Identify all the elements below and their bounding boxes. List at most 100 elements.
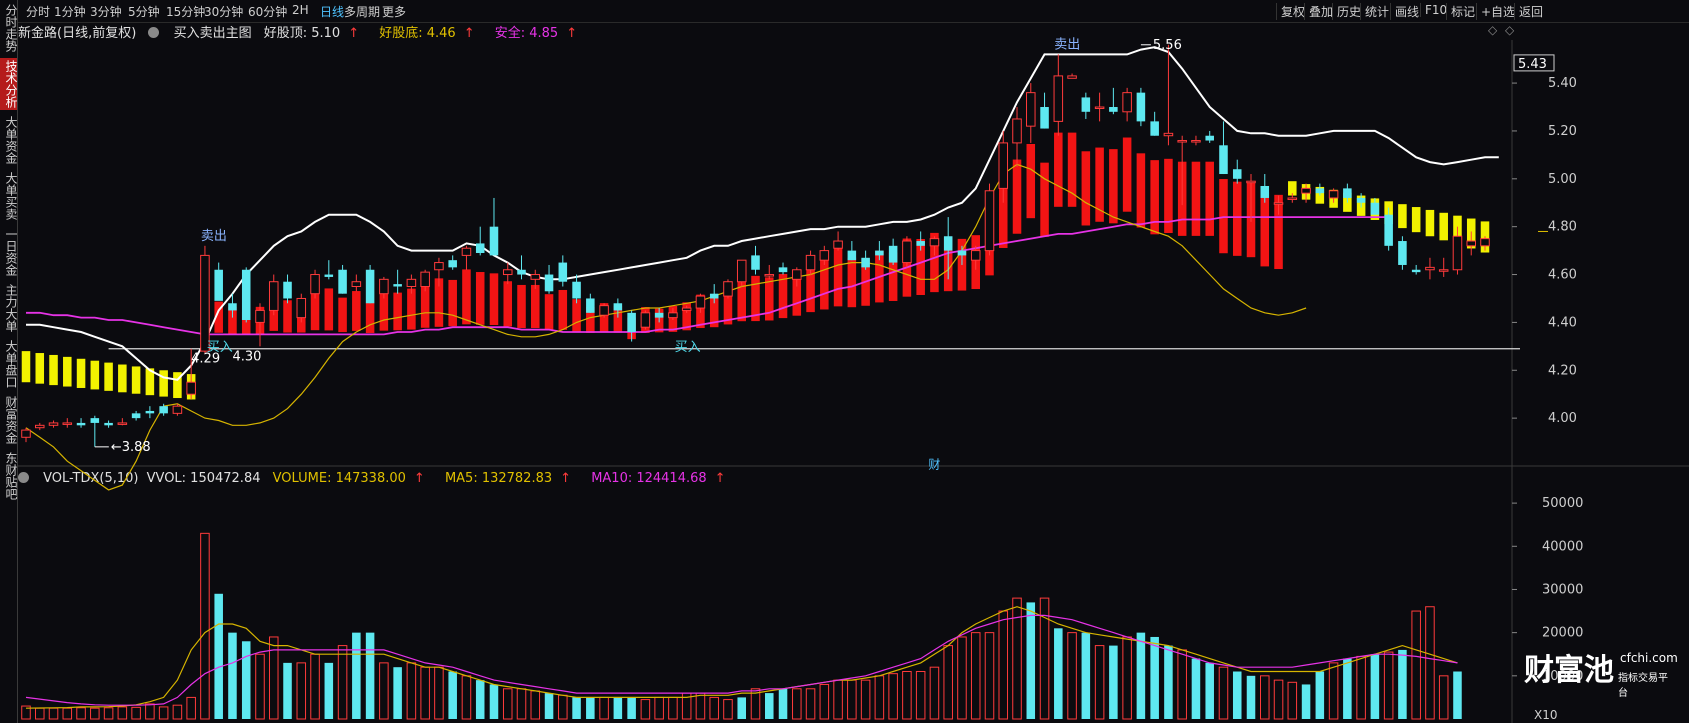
sell-annotation: 卖出 [1054, 37, 1080, 52]
band-segment [847, 257, 857, 308]
current-price-box [1513, 54, 1555, 72]
band-segment [985, 201, 994, 276]
volume-bar [461, 675, 472, 720]
candle-body [186, 381, 196, 395]
volume-bar [200, 532, 210, 720]
tab-period-7[interactable]: 2H [292, 3, 309, 17]
tab-period-8[interactable]: 日线 [320, 3, 344, 20]
band-segment [90, 360, 100, 390]
tab-period-4[interactable]: 15分钟 [166, 3, 205, 20]
volume-bar [186, 696, 196, 720]
volume-bar [283, 662, 292, 719]
band-segment [63, 356, 72, 387]
volume-bar [681, 692, 692, 720]
settings-icon[interactable] [148, 26, 167, 41]
sidebar-item-2[interactable]: 大单资金 [0, 114, 18, 166]
volume-bar [90, 707, 100, 720]
vol-indicator-name[interactable]: VOL-TDX(5,10) [43, 471, 138, 486]
price-tick-label: 4.20 [1548, 363, 1577, 378]
volume-unit-label: X10 [1534, 708, 1558, 722]
volume-bar [324, 662, 334, 719]
top-label: 好股顶: 5.10 ↑ [263, 26, 360, 41]
volume-bar [1411, 610, 1421, 720]
candle-body [1356, 197, 1366, 203]
band-segment [558, 289, 568, 330]
candlestick-chart[interactable]: 4.004.204.404.604.805.005.205.405.43卖出买入… [0, 0, 1689, 723]
toolbar-button-8[interactable]: 返回 [1514, 3, 1547, 20]
volume-bar [764, 693, 774, 719]
sidebar-item-5[interactable]: 主力大单 [0, 282, 18, 334]
toolbar-button-6[interactable]: 标记 [1446, 3, 1479, 20]
band-segment [269, 291, 279, 331]
band-segment [668, 306, 678, 332]
nav-right-icon[interactable]: ◇ [1505, 23, 1514, 37]
band-segment [1219, 179, 1228, 254]
candle-body [970, 250, 981, 261]
candle-body [200, 254, 210, 352]
sidebar-item-3[interactable]: 大单买卖 [0, 170, 18, 222]
volume-bar [21, 705, 31, 720]
candle-body [847, 250, 857, 261]
toolbar-button-3[interactable]: 统计 [1360, 3, 1393, 20]
toolbar-button-7[interactable]: +自选 [1476, 3, 1519, 20]
candle-body [833, 240, 843, 249]
candle-body [861, 257, 870, 268]
candle-body [888, 245, 898, 263]
sidebar-item-4[interactable]: 一日资金 [0, 226, 18, 278]
tab-period-3[interactable]: 5分钟 [128, 3, 160, 20]
volume-bar [1054, 628, 1063, 719]
volume-bar [709, 696, 719, 720]
safe-label: 安全: 4.85 ↑ [494, 26, 578, 41]
tab-period-1[interactable]: 1分钟 [54, 3, 86, 20]
sidebar-item-7[interactable]: 财富资金 [0, 394, 18, 446]
band-segment [833, 248, 843, 307]
volume-bar [819, 683, 830, 720]
stock-chart-app: { "sidebar": [ {"label": "分时走势", "active… [0, 0, 1689, 723]
candle-body [1370, 202, 1380, 215]
band-segment [1122, 137, 1132, 212]
volume-bar [1398, 649, 1407, 719]
volume-bar [241, 641, 251, 719]
sidebar-item-6[interactable]: 大单盘口 [0, 338, 18, 390]
band-segment [145, 368, 155, 396]
volume-bar [627, 697, 636, 719]
price-annotation: 4.29 [191, 352, 220, 367]
volume-bar [117, 706, 128, 720]
tab-period-0[interactable]: 分时 [26, 3, 50, 20]
nav-left-icon[interactable]: ◇ [1488, 23, 1497, 37]
candle-body [1246, 180, 1256, 184]
band-segment [888, 252, 898, 301]
tab-period-6[interactable]: 60分钟 [248, 3, 287, 20]
vol-settings-icon[interactable] [18, 471, 37, 486]
band-segment [943, 237, 953, 292]
tab-period-10[interactable]: 更多 [382, 3, 406, 20]
candle-body [104, 422, 113, 426]
candle-body [1260, 185, 1270, 198]
sidebar-item-1[interactable]: 技术分析 [0, 58, 18, 110]
sidebar-item-8[interactable]: 东财贴吧 [0, 450, 18, 502]
tab-period-2[interactable]: 3分钟 [90, 3, 122, 20]
candle-body [1177, 140, 1187, 143]
band-segment [21, 351, 31, 383]
candle-body [1273, 202, 1284, 205]
volume-bar [1136, 632, 1146, 719]
price-tick-label: 5.20 [1548, 124, 1577, 139]
tab-period-5[interactable]: 30分钟 [204, 3, 243, 20]
band-segment [806, 260, 815, 313]
sidebar-item-0[interactable]: 分时走势 [0, 2, 18, 54]
volume-bar [1039, 597, 1050, 720]
band-segment [1095, 147, 1104, 222]
indicator-name[interactable]: 买入卖出主图 [174, 26, 252, 41]
band-segment [255, 306, 265, 334]
tab-period-9[interactable]: 多周期 [344, 3, 380, 20]
toolbar-button-4[interactable]: 画线 [1390, 3, 1423, 20]
band-segment [1466, 218, 1476, 249]
volume-bar [654, 696, 664, 720]
volume-bar [1177, 649, 1187, 720]
band-segment [641, 307, 650, 333]
band-segment [1288, 181, 1297, 196]
candle-body [255, 309, 265, 323]
upper-white-line [26, 46, 1499, 381]
volume-bar [695, 692, 706, 720]
band-segment [283, 300, 292, 333]
